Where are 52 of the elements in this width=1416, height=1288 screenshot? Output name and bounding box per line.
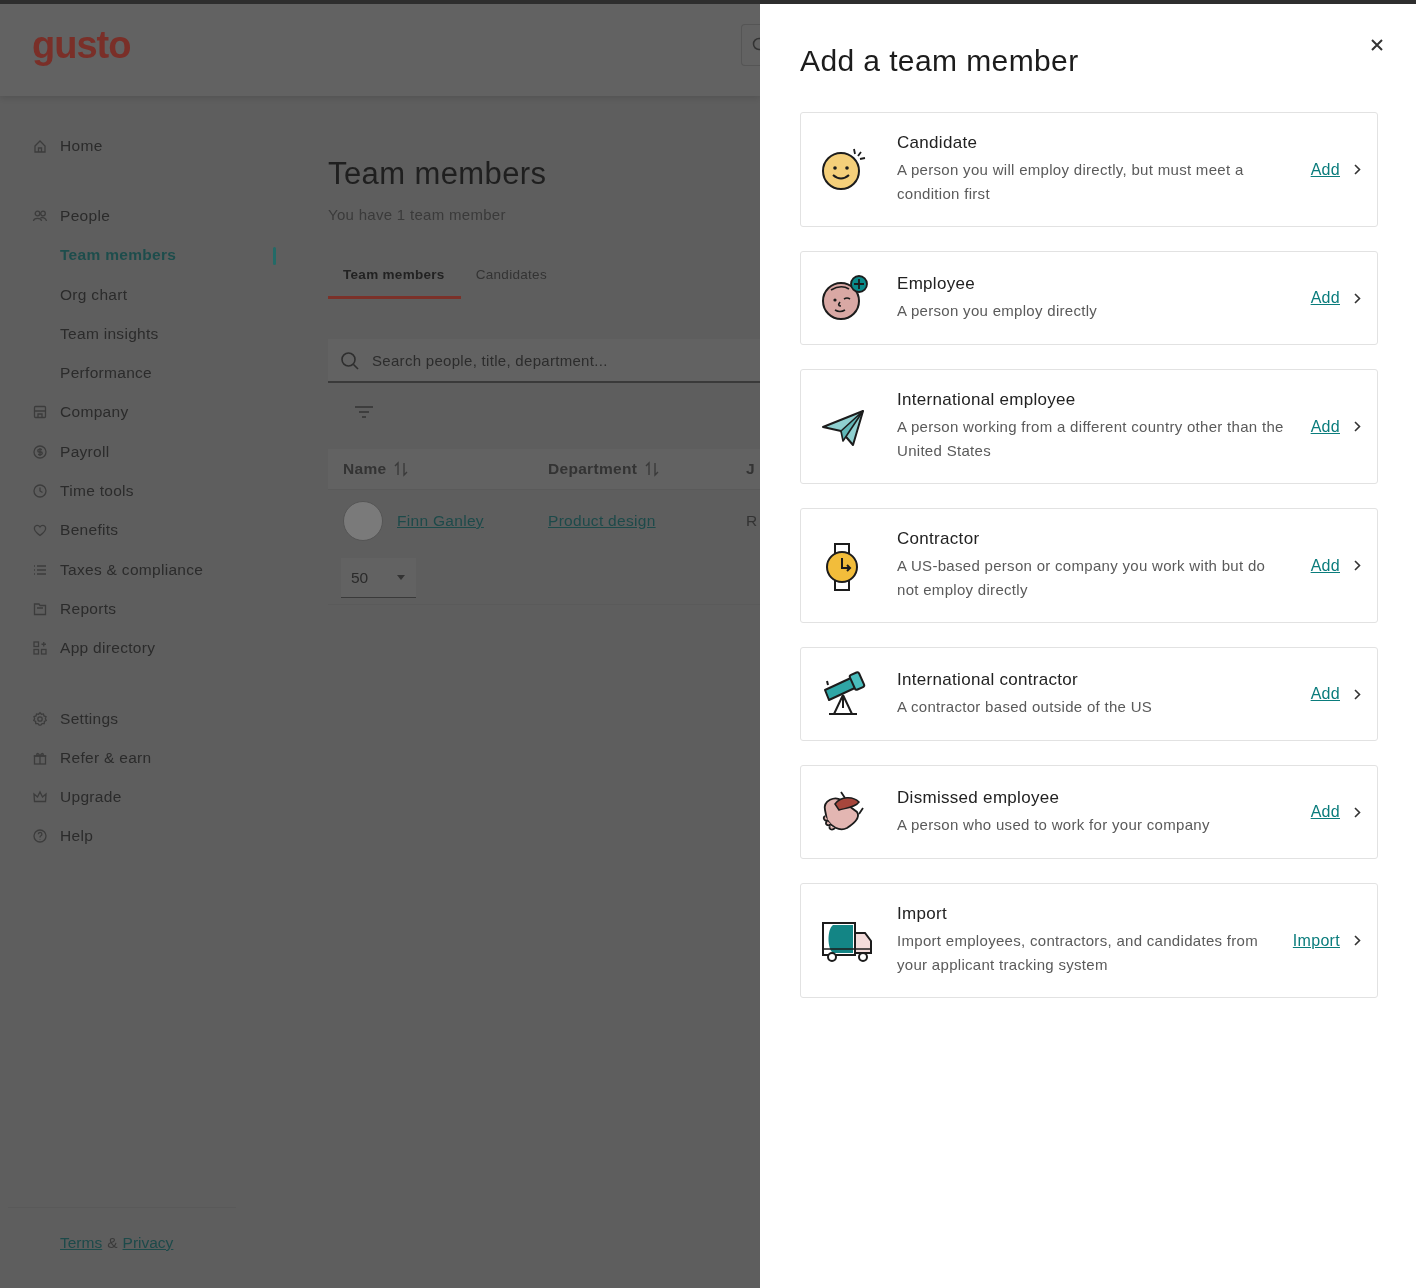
privacy-link[interactable]: Privacy — [122, 1234, 174, 1252]
add-link[interactable]: Add — [1310, 556, 1340, 575]
page-size-select[interactable]: 50 — [341, 558, 416, 598]
tab[interactable]: Team members — [328, 253, 461, 299]
page-title: Team members — [328, 156, 548, 192]
settings-icon — [32, 710, 48, 727]
chevron-right-icon[interactable] — [1354, 421, 1361, 432]
department-link[interactable]: Product design — [548, 512, 656, 529]
chevron-right-icon[interactable] — [1354, 806, 1361, 818]
help-icon — [32, 828, 48, 845]
option-title: Contractor — [897, 529, 981, 549]
add-link[interactable]: Import — [1292, 931, 1340, 950]
option-title: International employee — [897, 390, 1077, 410]
ampersand-text: & — [107, 1234, 118, 1252]
add-link[interactable]: Add — [1310, 160, 1340, 179]
heart-icon — [32, 522, 48, 539]
option-description: A person you will employ directly, but must meet a condition first — [897, 160, 1245, 204]
apps-icon — [32, 640, 48, 657]
option-description: A person who used to work for your company — [897, 814, 1211, 835]
add-link[interactable]: Add — [1310, 685, 1340, 703]
caret-icon — [396, 574, 406, 581]
search-icon — [340, 351, 360, 371]
option-description: A person you employ directly — [897, 300, 1099, 321]
dollar-icon — [32, 443, 48, 460]
close-icon[interactable] — [1370, 38, 1384, 52]
option-title: Dismissed employee — [897, 787, 1061, 808]
drawer-title: Add a team member — [800, 44, 1079, 78]
option-description: Import employees, contractors, and candidates from your applicant tracking system — [897, 931, 1259, 975]
option-description: A US-based person or company you work with but do not employ directly — [897, 556, 1267, 600]
terms-link[interactable]: Terms — [60, 1234, 103, 1252]
add-link[interactable]: Add — [1310, 289, 1340, 307]
sidebar-subitem[interactable]: Team members — [0, 235, 276, 275]
search-icon — [750, 37, 760, 53]
logo[interactable]: gusto — [32, 23, 131, 67]
member-name-link[interactable]: Finn Ganley — [397, 512, 484, 530]
building-icon — [32, 404, 48, 421]
add-link[interactable]: Add — [1310, 803, 1340, 821]
folder-icon — [32, 600, 48, 617]
chevron-right-icon[interactable] — [1354, 164, 1361, 175]
add-link[interactable]: Add — [1310, 417, 1340, 436]
chevron-right-icon[interactable] — [1354, 292, 1361, 304]
option-title: Candidate — [897, 133, 979, 153]
option-title: International contractor — [897, 669, 1080, 690]
option-title: Import — [897, 904, 948, 924]
chevron-right-icon[interactable] — [1354, 688, 1361, 700]
option-description: A contractor based outside of the US — [897, 696, 1154, 717]
avatar — [343, 501, 383, 541]
option-title: Employee — [897, 273, 976, 294]
chevron-right-icon[interactable] — [1354, 560, 1361, 571]
option-description: A person working from a different country other than the United States — [897, 417, 1285, 461]
clock-icon — [32, 483, 48, 499]
chevron-right-icon[interactable] — [1354, 935, 1361, 946]
